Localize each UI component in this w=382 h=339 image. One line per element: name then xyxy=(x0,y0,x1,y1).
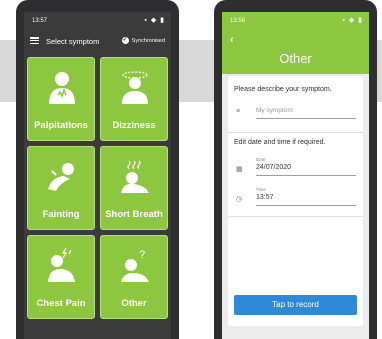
status-icons: ▪ ◆ ▮ xyxy=(144,17,165,24)
palpitations-icon xyxy=(49,72,75,104)
dizziness-icon xyxy=(122,71,148,104)
status-bar: 13:57 ▪ ◆ ▮ xyxy=(24,12,171,28)
time-value: 13:57 xyxy=(256,194,274,201)
toolbar-title: Select symptom xyxy=(46,37,100,46)
tile-dizziness[interactable]: Dizziness xyxy=(100,57,168,141)
status-time: 13:57 xyxy=(32,18,48,24)
time-label: Time xyxy=(256,187,266,192)
date-field[interactable]: Date 24/07/2020 xyxy=(256,157,356,176)
symptom-input[interactable]: My symptom xyxy=(256,104,356,119)
date-value: 24/07/2020 xyxy=(256,164,292,171)
status-icons: ▪ ◆ ▮ xyxy=(342,17,363,24)
divider xyxy=(228,132,363,133)
check-circle-icon: ✓ xyxy=(121,37,129,44)
svg-text:?: ? xyxy=(139,249,145,261)
tile-label: Short Breath xyxy=(105,209,163,220)
fainting-icon xyxy=(48,163,74,191)
phone-other-symptom: 13:58 ▪ ◆ ▮ ‹ Other Please describe your… xyxy=(214,0,377,339)
short-breath-icon xyxy=(121,160,149,193)
toolbar: Select symptom ✓ Synchronised xyxy=(24,30,171,52)
datetime-prompt: Edit date and time if required. xyxy=(234,139,326,146)
tile-short-breath[interactable]: Short Breath xyxy=(100,146,168,230)
calendar-icon: ▦ xyxy=(236,166,243,173)
tile-label: Dizziness xyxy=(112,120,156,131)
status-bar: 13:58 ▪ ◆ ▮ xyxy=(222,12,369,28)
menu-icon[interactable] xyxy=(30,37,39,45)
tile-label: Fainting xyxy=(42,209,80,220)
divider xyxy=(228,216,363,217)
time-field[interactable]: Time 13:57 xyxy=(256,187,356,206)
symptom-placeholder: My symptom xyxy=(256,107,293,114)
other-symptom-screen: 13:58 ▪ ◆ ▮ ‹ Other Please describe your… xyxy=(222,12,369,339)
form-card: Please describe your symptom. ≡ My sympt… xyxy=(228,76,363,326)
back-arrow-icon[interactable]: ‹ xyxy=(230,34,234,46)
record-button[interactable]: Tap to record xyxy=(234,295,357,315)
tile-palpitations[interactable]: Palpitations xyxy=(27,57,95,141)
sync-label: Synchronised xyxy=(131,37,165,44)
notes-icon: ≡ xyxy=(236,108,241,115)
date-label: Date xyxy=(256,157,266,162)
tile-chest-pain[interactable]: Chest Pain xyxy=(27,235,95,319)
tile-label: Chest Pain xyxy=(36,298,86,309)
select-symptom-screen: 13:57 ▪ ◆ ▮ Select symptom ✓ Synchronise… xyxy=(24,12,171,339)
page-title: Other xyxy=(279,51,312,66)
tile-other[interactable]: ? Other xyxy=(100,235,168,319)
sync-status: ✓ Synchronised xyxy=(121,37,165,44)
tile-label: Palpitations xyxy=(34,120,88,131)
status-time: 13:58 xyxy=(230,18,246,24)
chest-pain-icon xyxy=(48,248,75,282)
tile-fainting[interactable]: Fainting xyxy=(27,146,95,230)
other-symptom-icon: ? xyxy=(121,249,149,282)
phone-select-symptom: 13:57 ▪ ◆ ▮ Select symptom ✓ Synchronise… xyxy=(16,0,179,339)
tile-label: Other xyxy=(121,298,147,309)
clock-icon: ◷ xyxy=(236,196,243,203)
symptom-prompt: Please describe your symptom. xyxy=(234,86,332,93)
